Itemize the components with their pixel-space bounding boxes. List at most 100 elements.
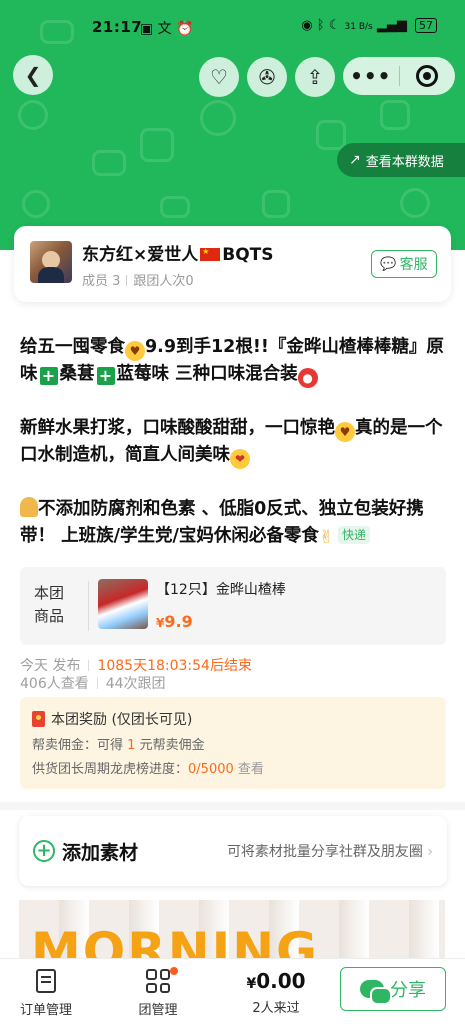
pattern-icon bbox=[22, 190, 50, 218]
pattern-icon bbox=[92, 150, 126, 176]
product-price: ¥9.9 bbox=[156, 612, 193, 631]
miniprogram-capsule: ••• bbox=[343, 57, 455, 95]
close-miniprogram-button[interactable] bbox=[399, 65, 455, 87]
earnings-summary[interactable]: ¥0.00 2人来过 bbox=[236, 969, 316, 1016]
customer-service-label: 客服 bbox=[399, 257, 428, 273]
moon-icon: ☾ bbox=[328, 18, 341, 33]
group-stats: 成员 3 跟团人次0 bbox=[82, 270, 194, 289]
view-group-data-label: 查看本群数据 bbox=[365, 154, 444, 170]
group-product[interactable]: 本团商品 【12只】金晔山楂棒 ¥9.9 bbox=[20, 567, 446, 645]
smile-hearts-emoji-icon: ♥ bbox=[125, 341, 145, 361]
description-paragraph: 给五一囤零食 ♥ 9.9到手12根!!『金晔山楂棒棒糖』原味 + 桑葚 + 蓝莓味 三种口味… bbox=[20, 334, 448, 388]
smile-hearts-emoji-icon: ♥ bbox=[335, 422, 355, 442]
status-bar: 21:17 ▣ 文 ⏰ ◉ ᛒ ☾ 31 B/s ▂▄▆ 57 bbox=[0, 14, 465, 44]
share-top-button[interactable]: ⇪ bbox=[295, 57, 335, 97]
more-button[interactable]: ••• bbox=[343, 64, 399, 88]
bluetooth-icon: ᛒ bbox=[316, 18, 325, 33]
pattern-icon bbox=[140, 128, 174, 162]
bottom-tab-bar: 订单管理 团管理 ¥0.00 2人来过 分享 bbox=[0, 958, 465, 1024]
aperture-icon: ✇ bbox=[258, 65, 276, 89]
group-card: 东方红×爱世人 BQTS 成员 3 跟团人次0 💬 客服 bbox=[14, 226, 451, 302]
view-count: 406人查看 bbox=[20, 676, 89, 692]
group-name-text: 东方红×爱世人 bbox=[82, 245, 199, 265]
share-button[interactable]: 分享 bbox=[340, 967, 446, 1011]
target-icon bbox=[416, 65, 439, 87]
signal-icon: ▂▄▆ bbox=[376, 18, 407, 33]
earnings-currency: ¥ bbox=[246, 976, 257, 992]
visitor-count: 2人来过 bbox=[252, 1001, 300, 1016]
material-photo[interactable]: MORNING bbox=[19, 900, 445, 960]
favorite-button[interactable]: ♡ bbox=[199, 57, 239, 97]
plus-emoji-icon: + bbox=[96, 367, 115, 385]
order-document-icon bbox=[36, 969, 56, 993]
add-material-title: 添加素材 bbox=[62, 842, 139, 864]
section-separator bbox=[0, 802, 465, 810]
leaderboard-line: 供货团长周期龙虎榜进度：0/5000 查看 bbox=[32, 758, 264, 777]
tab-group-manage-label: 团管理 bbox=[138, 1003, 178, 1018]
person-emoji-icon bbox=[20, 497, 38, 517]
tab-group-manage[interactable]: 团管理 bbox=[118, 967, 198, 1018]
desc-text: 新鲜水果打浆，口味酸酸甜甜，一口惊艳 bbox=[20, 418, 335, 438]
add-material-hint-text: 可将素材批量分享社群及朋友圈 bbox=[226, 844, 423, 860]
kiss-emoji-icon: ❤ bbox=[230, 449, 250, 469]
back-button[interactable]: ❮ bbox=[13, 55, 53, 95]
add-material-card[interactable]: + 添加素材 可将素材批量分享社群及朋友圈 › bbox=[19, 816, 447, 886]
commission-line: 帮卖佣金：可得 1 元帮卖佣金 bbox=[32, 734, 205, 753]
pattern-icon bbox=[18, 100, 48, 130]
member-count: 成员 3 bbox=[82, 274, 121, 289]
price-value: 9.9 bbox=[164, 612, 193, 631]
battery-icon: 57 bbox=[415, 18, 437, 33]
reward-title: 本团奖励 (仅团长可见) bbox=[32, 709, 192, 729]
leaderboard-progress: 0/5000 bbox=[188, 762, 234, 777]
join-count: 44次跟团 bbox=[105, 676, 166, 692]
product-thumbnail bbox=[98, 579, 148, 629]
view-group-data-button[interactable]: ↗ 查看本群数据 bbox=[337, 143, 465, 177]
product-divider bbox=[88, 581, 89, 631]
grid-icon bbox=[146, 969, 170, 993]
plus-circle-icon: + bbox=[33, 840, 55, 862]
commission-label: 帮卖佣金：可得 bbox=[32, 738, 124, 753]
share-up-icon: ⇪ bbox=[306, 65, 324, 89]
notification-icons: ▣ 文 ⏰ bbox=[140, 21, 194, 37]
reward-title-text: 本团奖励 (仅团长可见) bbox=[51, 712, 193, 728]
customer-service-button[interactable]: 💬 客服 bbox=[371, 250, 437, 278]
pattern-icon bbox=[160, 196, 190, 218]
chart-icon: ↗ bbox=[349, 152, 361, 168]
heart-icon: ♡ bbox=[210, 65, 228, 89]
desc-text: 蓝莓味 三种口味混合装 bbox=[116, 364, 298, 384]
desc-text: 给五一囤零食 bbox=[20, 337, 125, 357]
tab-orders[interactable]: 订单管理 bbox=[6, 967, 86, 1018]
description-paragraph: 不添加防腐剂和色素 、低脂0反式、独立包装好携带！ 上班族/学生党/宝妈休闲必备… bbox=[20, 496, 448, 551]
plus-emoji-icon: + bbox=[39, 367, 58, 385]
leaderboard-view-link[interactable]: 查看 bbox=[238, 762, 264, 777]
red-envelope-icon bbox=[32, 711, 45, 727]
group-avatar[interactable] bbox=[30, 241, 72, 283]
chevron-left-icon: ❮ bbox=[24, 63, 42, 87]
photo-text: MORNING bbox=[31, 922, 320, 960]
pattern-icon bbox=[262, 190, 290, 218]
earnings-amount: ¥0.00 bbox=[236, 969, 316, 993]
pattern-icon bbox=[380, 100, 410, 130]
share-label: 分享 bbox=[390, 980, 426, 1001]
network-speed: 31 B/s bbox=[344, 22, 373, 32]
victory-hand-emoji-icon: ✌ bbox=[318, 527, 334, 548]
group-name-suffix: BQTS bbox=[222, 245, 274, 265]
post-description: 给五一囤零食 ♥ 9.9到手12根!!『金晔山楂棒棒糖』原味 + 桑葚 + 蓝莓味 三种口味… bbox=[20, 334, 448, 551]
aperture-button[interactable]: ✇ bbox=[247, 57, 287, 97]
eye-icon: ◉ bbox=[301, 18, 313, 33]
group-name: 东方红×爱世人 BQTS bbox=[82, 240, 274, 265]
follower-count: 跟团人次0 bbox=[133, 274, 194, 289]
earnings-value: 0.00 bbox=[256, 969, 306, 993]
pattern-icon bbox=[200, 100, 236, 136]
tab-orders-label: 订单管理 bbox=[19, 1003, 72, 1018]
leaderboard-label: 供货团长周期龙虎榜进度： bbox=[32, 762, 189, 777]
publish-time: 今天 发布 bbox=[20, 658, 81, 674]
commission-unit: 元帮卖佣金 bbox=[139, 738, 205, 753]
chevron-right-icon: › bbox=[427, 844, 433, 860]
express-tag: 快递 bbox=[337, 526, 370, 544]
description-paragraph: 新鲜水果打浆，口味酸酸甜甜，一口惊艳 ♥ 真的是一个口水制造机，简直人间美味 ❤ bbox=[20, 415, 448, 469]
post-time-meta: 今天 发布 1085天18:03:54后结束 bbox=[20, 655, 252, 675]
pattern-icon bbox=[400, 188, 430, 218]
status-time: 21:17 bbox=[92, 18, 143, 36]
desc-text: 桑葚 bbox=[59, 364, 95, 384]
